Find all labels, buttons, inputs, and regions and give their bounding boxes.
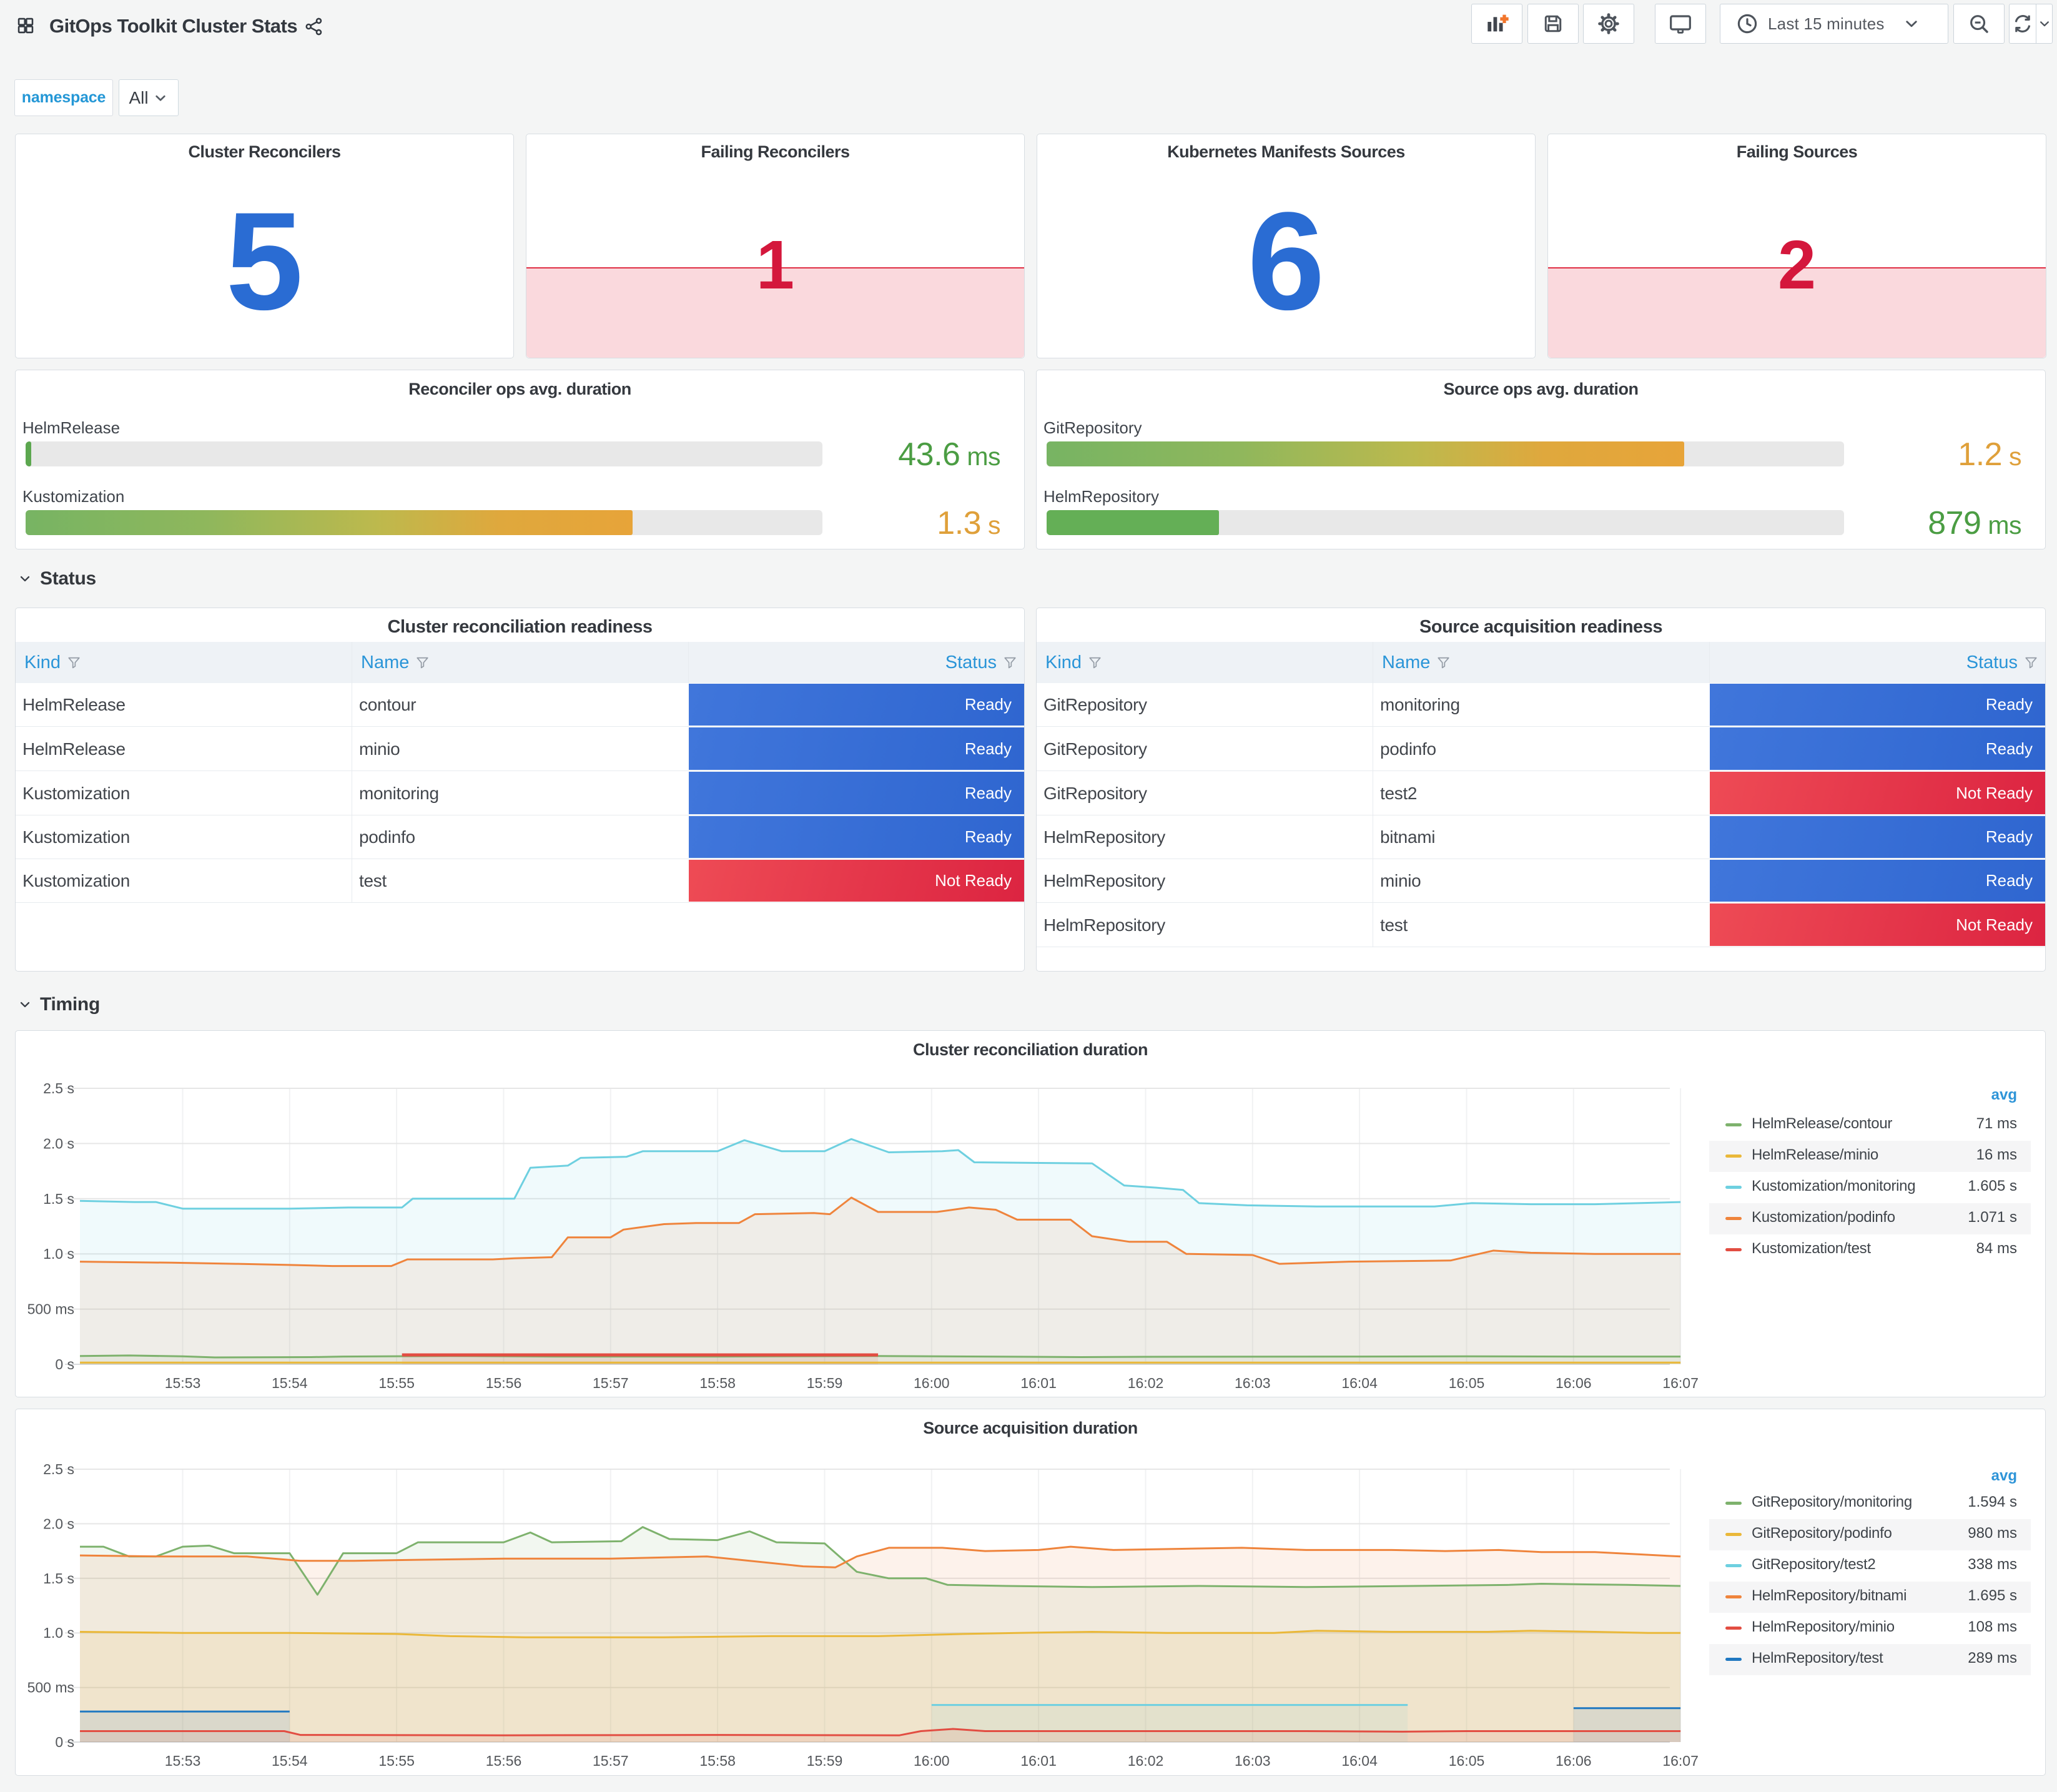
svg-text:1.0 s: 1.0 s bbox=[43, 1625, 74, 1641]
svg-text:16:00: 16:00 bbox=[914, 1375, 950, 1391]
svg-text:16:05: 16:05 bbox=[1449, 1753, 1485, 1769]
svg-text:16:06: 16:06 bbox=[1556, 1375, 1592, 1391]
svg-text:16:02: 16:02 bbox=[1128, 1375, 1164, 1391]
svg-text:16:02: 16:02 bbox=[1128, 1753, 1164, 1769]
svg-text:1.5 s: 1.5 s bbox=[43, 1191, 74, 1207]
svg-text:15:54: 15:54 bbox=[272, 1375, 308, 1391]
svg-text:16:07: 16:07 bbox=[1662, 1375, 1699, 1391]
svg-text:16:04: 16:04 bbox=[1341, 1753, 1378, 1769]
svg-text:16:01: 16:01 bbox=[1020, 1753, 1057, 1769]
svg-text:1.5 s: 1.5 s bbox=[43, 1570, 74, 1587]
svg-text:16:03: 16:03 bbox=[1235, 1375, 1271, 1391]
svg-text:15:56: 15:56 bbox=[486, 1753, 522, 1769]
svg-text:1.0 s: 1.0 s bbox=[43, 1246, 74, 1262]
svg-text:15:54: 15:54 bbox=[272, 1753, 308, 1769]
svg-text:16:00: 16:00 bbox=[914, 1753, 950, 1769]
svg-text:2.0 s: 2.0 s bbox=[43, 1135, 74, 1151]
svg-text:500 ms: 500 ms bbox=[27, 1680, 74, 1696]
svg-text:15:55: 15:55 bbox=[378, 1375, 415, 1391]
svg-text:15:53: 15:53 bbox=[165, 1753, 201, 1769]
svg-text:16:04: 16:04 bbox=[1341, 1375, 1378, 1391]
svg-text:2.0 s: 2.0 s bbox=[43, 1515, 74, 1532]
svg-text:15:59: 15:59 bbox=[807, 1375, 843, 1391]
svg-text:0 s: 0 s bbox=[55, 1356, 74, 1372]
svg-text:16:05: 16:05 bbox=[1449, 1375, 1485, 1391]
svg-text:15:56: 15:56 bbox=[486, 1375, 522, 1391]
svg-text:15:53: 15:53 bbox=[165, 1375, 201, 1391]
svg-text:15:58: 15:58 bbox=[699, 1375, 736, 1391]
svg-text:15:59: 15:59 bbox=[807, 1753, 843, 1769]
svg-text:500 ms: 500 ms bbox=[27, 1301, 74, 1317]
svg-text:16:03: 16:03 bbox=[1235, 1753, 1271, 1769]
svg-text:16:06: 16:06 bbox=[1556, 1753, 1592, 1769]
svg-text:2.5 s: 2.5 s bbox=[43, 1461, 74, 1477]
svg-text:15:58: 15:58 bbox=[699, 1753, 736, 1769]
svg-text:15:55: 15:55 bbox=[378, 1753, 415, 1769]
svg-text:15:57: 15:57 bbox=[593, 1375, 629, 1391]
svg-text:16:07: 16:07 bbox=[1662, 1753, 1699, 1769]
svg-text:16:01: 16:01 bbox=[1020, 1375, 1057, 1391]
svg-text:2.5 s: 2.5 s bbox=[43, 1080, 74, 1096]
svg-text:15:57: 15:57 bbox=[593, 1753, 629, 1769]
svg-text:0 s: 0 s bbox=[55, 1734, 74, 1750]
